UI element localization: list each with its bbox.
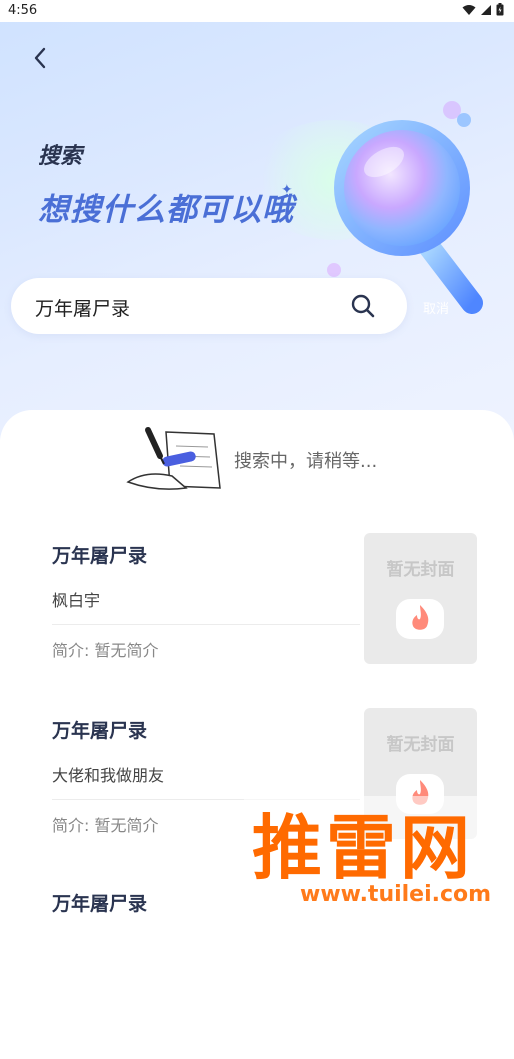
wifi-icon	[462, 4, 476, 15]
search-icon[interactable]	[349, 292, 377, 320]
loading-text: 搜索中，请稍等...	[234, 451, 378, 472]
back-button[interactable]	[24, 42, 56, 74]
cover-placeholder-text: 暂无封面	[386, 735, 455, 755]
sparkle-icon: ✦	[281, 182, 293, 198]
book-title: 万年屠尸录	[52, 545, 148, 567]
book-author: 枫白宇	[52, 591, 101, 610]
divider	[52, 624, 360, 625]
search-input-value: 万年屠尸录	[35, 298, 131, 320]
list-item[interactable]: 万年屠尸录	[0, 889, 514, 1059]
status-bar: 4:56	[0, 0, 514, 22]
battery-icon	[496, 3, 504, 16]
watermark-brand: 推雷网	[252, 807, 474, 889]
cancel-button[interactable]: 取消	[423, 298, 449, 317]
book-intro: 简介: 暂无简介	[52, 816, 159, 835]
book-cover: 暂无封面	[364, 533, 477, 664]
searching-illustration	[126, 427, 221, 490]
cover-placeholder-text: 暂无封面	[386, 560, 455, 580]
book-title: 万年屠尸录	[52, 893, 148, 915]
page-subtitle: 想搜什么都可以哦	[38, 192, 294, 228]
chevron-left-icon	[34, 47, 46, 69]
book-intro: 简介: 暂无简介	[52, 641, 159, 660]
list-item[interactable]: 万年屠尸录 枫白宇 简介: 暂无简介 暂无封面	[0, 533, 514, 711]
watermark-url: www.tuilei.com	[300, 882, 492, 907]
book-title: 万年屠尸录	[52, 720, 148, 742]
status-icons	[462, 3, 504, 16]
signal-icon	[481, 4, 491, 15]
flame-icon	[396, 599, 444, 639]
book-author: 大佬和我做朋友	[52, 766, 165, 785]
page-title: 搜索	[38, 144, 83, 169]
search-input[interactable]: 万年屠尸录	[11, 278, 407, 334]
status-time: 4:56	[8, 3, 38, 18]
